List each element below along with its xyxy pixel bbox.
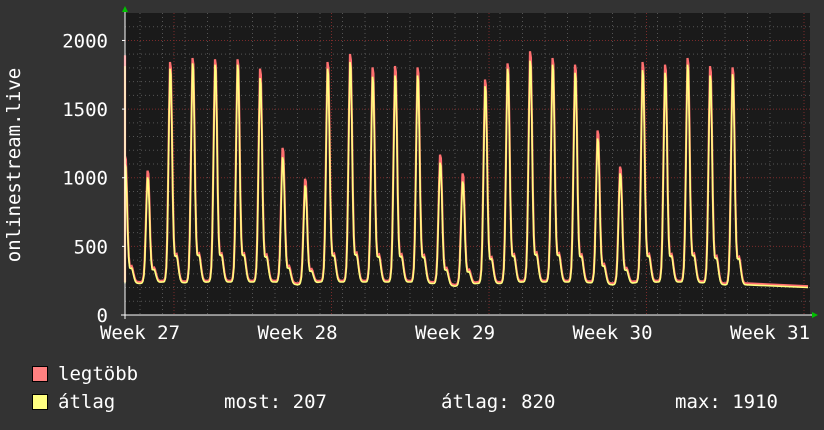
- stat-average: átlag: 820: [441, 391, 556, 413]
- legend-swatch-max: [32, 366, 48, 382]
- stat-maximum: max: 1910: [675, 391, 778, 413]
- y-tick-label: 2000: [62, 30, 108, 52]
- legend-label-max: legtöbb: [58, 363, 139, 385]
- y-tick-label: 1000: [62, 168, 108, 190]
- y-axis-arrow: [122, 6, 128, 12]
- legend-label-avg: átlag: [58, 391, 116, 413]
- x-tick-label: Week 27: [100, 322, 180, 344]
- x-axis-arrow: [812, 312, 818, 318]
- x-tick-label: Week 30: [572, 322, 652, 344]
- line-chart: 0500100015002000 Week 27 Week 28 Week 29 We…: [3, 6, 818, 344]
- y-tick-label: 1500: [62, 99, 108, 121]
- y-axis-label: onlinestream.live: [3, 68, 25, 262]
- x-tick-labels: Week 27 Week 28 Week 29 Week 30 Week 31: [100, 322, 810, 344]
- legend-item-avg: átlag: [32, 391, 115, 413]
- stat-current: most: 207: [224, 391, 327, 413]
- x-tick-label: Week 29: [415, 322, 495, 344]
- y-tick-labels: 0500100015002000: [62, 30, 125, 327]
- legend-item-max: legtöbb: [32, 363, 138, 385]
- x-tick-label: Week 31: [730, 322, 810, 344]
- x-tick-label: Week 28: [257, 322, 337, 344]
- legend-swatch-avg: [32, 394, 48, 410]
- y-tick-label: 500: [74, 236, 108, 258]
